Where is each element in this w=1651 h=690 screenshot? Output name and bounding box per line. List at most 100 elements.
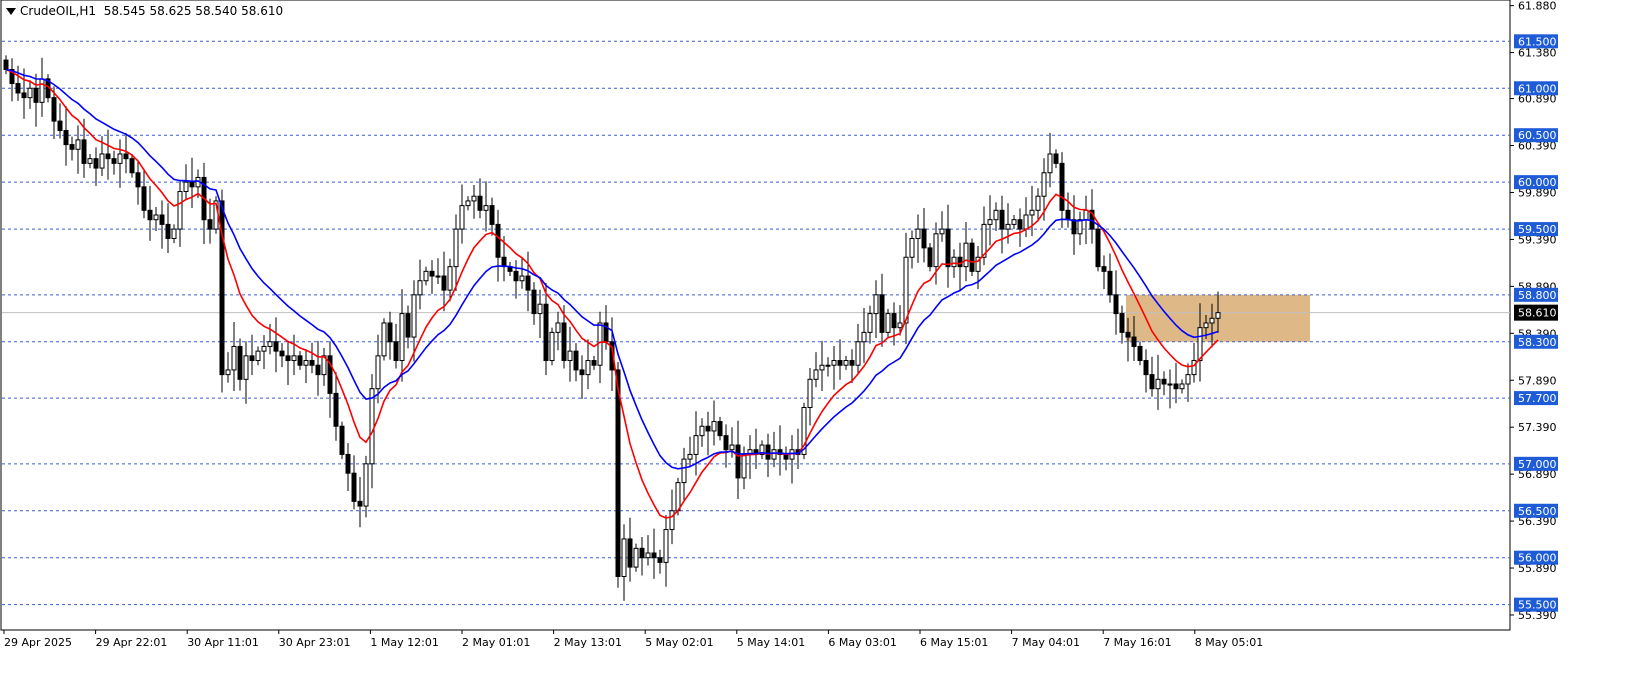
- level-label: 61.500: [1518, 35, 1557, 48]
- bull-candle: [555, 322, 561, 333]
- bear-candle: [309, 360, 315, 366]
- bear-candle: [1101, 266, 1107, 272]
- bear-candle: [723, 435, 729, 451]
- bear-candle: [57, 120, 63, 132]
- bull-candle: [1077, 219, 1083, 235]
- bear-candle: [489, 205, 495, 225]
- bear-candle: [615, 369, 621, 577]
- bull-candle: [915, 228, 921, 239]
- bull-candle: [261, 345, 267, 352]
- bear-candle: [561, 322, 567, 362]
- bull-candle: [411, 294, 417, 338]
- bear-candle: [1095, 228, 1101, 268]
- bull-candle: [645, 552, 651, 559]
- bear-candle: [357, 500, 363, 507]
- bear-candle: [627, 538, 633, 568]
- bull-candle: [897, 322, 903, 329]
- bear-candle: [111, 158, 117, 164]
- bull-candle: [231, 345, 237, 371]
- bear-candle: [1173, 383, 1179, 390]
- level-label: 60.500: [1518, 129, 1557, 142]
- bear-candle: [969, 242, 975, 272]
- time-tick-label: 2 May 01:01: [462, 636, 530, 649]
- bear-candle: [273, 341, 279, 352]
- bull-candle: [117, 153, 123, 164]
- ohlc-values: 58.545 58.625 58.540 58.610: [103, 4, 284, 18]
- bear-candle: [405, 313, 411, 338]
- bear-candle: [1107, 270, 1113, 296]
- bull-candle: [255, 350, 261, 362]
- bull-candle: [807, 378, 813, 408]
- bull-candle: [267, 341, 273, 347]
- bull-candle: [675, 482, 681, 512]
- level-label: 56.500: [1518, 505, 1557, 518]
- bull-candle: [741, 453, 747, 479]
- bear-candle: [651, 552, 657, 559]
- level-label: 58.800: [1518, 289, 1557, 302]
- bull-candle: [819, 364, 825, 371]
- bear-candle: [93, 158, 99, 169]
- bull-candle: [903, 256, 909, 324]
- bear-candle: [285, 355, 291, 362]
- chart-canvas[interactable]: 61.88061.38060.89060.39059.89059.39058.8…: [0, 0, 1651, 686]
- bull-candle: [1155, 378, 1161, 390]
- bull-candle: [771, 449, 777, 460]
- bull-candle: [1041, 172, 1047, 197]
- bull-candle: [1209, 317, 1215, 324]
- chevron-down-icon[interactable]: [6, 8, 16, 15]
- symbol-header: CrudeOIL,H1 58.545 58.625 58.540 58.610: [6, 4, 283, 18]
- bear-candle: [735, 444, 741, 479]
- level-label: 59.500: [1518, 223, 1557, 236]
- bear-candle: [501, 256, 507, 268]
- time-tick-label: 1 May 12:01: [370, 636, 438, 649]
- bear-candle: [1053, 153, 1059, 164]
- bear-candle: [705, 425, 711, 432]
- bear-candle: [207, 219, 213, 230]
- price-axis: 61.88061.38060.89060.39059.89059.39058.8…: [1510, 0, 1558, 622]
- bear-candle: [495, 223, 501, 258]
- bull-candle: [471, 195, 477, 202]
- bull-candle: [987, 219, 993, 225]
- bull-candle: [585, 360, 591, 376]
- bull-candle: [861, 331, 867, 343]
- bear-candle: [1059, 162, 1065, 211]
- bear-candle: [51, 97, 57, 122]
- bull-candle: [1167, 383, 1173, 386]
- bear-candle: [297, 355, 303, 366]
- bull-candle: [867, 313, 873, 333]
- bear-candle: [1071, 219, 1077, 235]
- bull-candle: [963, 242, 969, 268]
- bear-candle: [351, 472, 357, 502]
- bear-candle: [1113, 294, 1119, 315]
- bear-candle: [1017, 219, 1023, 230]
- bear-candle: [441, 275, 447, 291]
- bull-candle: [813, 369, 819, 380]
- bull-candle: [663, 529, 669, 563]
- level-label: 55.500: [1518, 599, 1557, 612]
- bear-candle: [339, 425, 345, 455]
- bull-candle: [1023, 214, 1029, 230]
- bear-candle: [1161, 378, 1167, 385]
- bull-candle: [303, 360, 309, 366]
- bear-candle: [249, 355, 255, 362]
- current-price-label: 58.610: [1518, 307, 1557, 320]
- price-chart[interactable]: 61.880 61.380 60.890 60.390 59.890 59.390 58.8…: [0, 0, 1651, 686]
- bull-candle: [1215, 312, 1221, 319]
- bear-candle: [891, 313, 897, 329]
- bear-candle: [3, 59, 9, 70]
- bull-candle: [1047, 153, 1053, 174]
- bull-candle: [1185, 374, 1191, 385]
- time-tick-label: 7 May 16:01: [1103, 636, 1171, 649]
- symbol-name: CrudeOIL,H1: [20, 4, 97, 18]
- bear-candle: [63, 130, 69, 146]
- bull-candle: [423, 270, 429, 282]
- bull-candle: [681, 458, 687, 484]
- bear-candle: [135, 172, 141, 188]
- bear-candle: [1149, 374, 1155, 390]
- bear-candle: [921, 228, 927, 249]
- bull-candle: [1029, 209, 1035, 216]
- bear-candle: [879, 294, 885, 333]
- bull-candle: [75, 139, 81, 150]
- bull-candle: [699, 425, 705, 437]
- bear-candle: [1119, 313, 1125, 333]
